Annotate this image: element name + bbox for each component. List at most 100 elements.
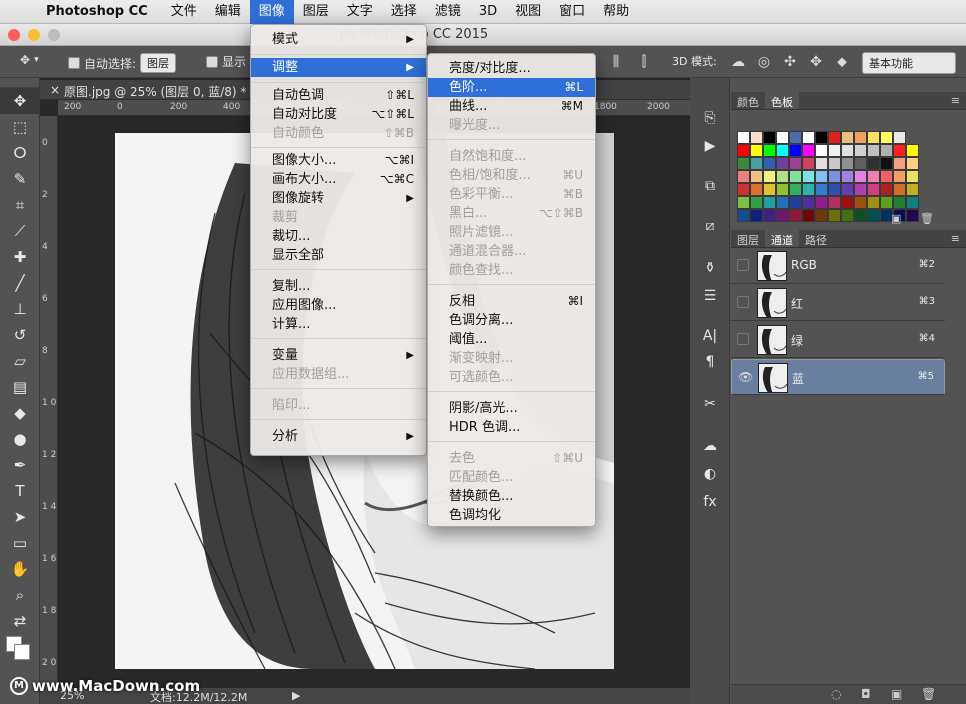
brush-tool-icon[interactable]: ╱ xyxy=(0,270,40,296)
swatch[interactable] xyxy=(750,144,763,157)
auto-select-checkbox[interactable] xyxy=(68,57,80,69)
tool-presets-icon[interactable]: ✂ xyxy=(698,394,722,414)
stamp-tool-icon[interactable]: ⊥ xyxy=(0,296,40,322)
eye-icon[interactable]: 👁 xyxy=(738,371,753,383)
swatch[interactable] xyxy=(789,170,802,183)
3d-roll-icon[interactable]: ◎ xyxy=(754,52,774,72)
swatch[interactable] xyxy=(802,209,815,222)
new-swatch-icon[interactable]: ▣ xyxy=(891,212,901,225)
swatch[interactable] xyxy=(880,131,893,144)
menubar-item-4[interactable]: 文字 xyxy=(338,0,382,24)
swatch[interactable] xyxy=(737,196,750,209)
shape-tool-icon[interactable]: ▭ xyxy=(0,530,40,556)
swatch[interactable] xyxy=(737,131,750,144)
menu-item[interactable]: 图像旋转 ▶ xyxy=(251,189,426,208)
swatch[interactable] xyxy=(776,157,789,170)
move-tool-preset[interactable]: ✥ ▾ xyxy=(20,53,39,67)
character-icon[interactable]: A| xyxy=(698,326,722,346)
swatch[interactable] xyxy=(854,131,867,144)
swatch[interactable] xyxy=(828,131,841,144)
swatch[interactable] xyxy=(789,183,802,196)
swatch[interactable] xyxy=(737,157,750,170)
swatch[interactable] xyxy=(880,183,893,196)
menu-item[interactable]: 替换颜色... xyxy=(428,487,595,506)
swatch[interactable] xyxy=(776,196,789,209)
swatch[interactable] xyxy=(854,196,867,209)
swatch[interactable] xyxy=(802,157,815,170)
swatch[interactable] xyxy=(776,144,789,157)
swatch[interactable] xyxy=(867,131,880,144)
swatch[interactable] xyxy=(737,209,750,222)
menubar-item-5[interactable]: 选择 xyxy=(382,0,426,24)
swatch[interactable] xyxy=(906,183,919,196)
menu-item[interactable]: 色调分离... xyxy=(428,311,595,330)
swatch[interactable] xyxy=(880,157,893,170)
swatch[interactable] xyxy=(789,144,802,157)
swatch[interactable] xyxy=(906,209,919,222)
menubar-item-1[interactable]: 编辑 xyxy=(206,0,250,24)
path-select-icon[interactable]: ➤ xyxy=(0,504,40,530)
menu-item[interactable]: 计算... xyxy=(251,315,426,334)
color-icon[interactable]: ◐ xyxy=(698,464,722,484)
swatch[interactable] xyxy=(763,144,776,157)
show-transform-checkbox[interactable] xyxy=(206,55,218,68)
swatch[interactable] xyxy=(763,209,776,222)
menu-item[interactable]: 阈值... xyxy=(428,330,595,349)
menu-item[interactable]: 复制... xyxy=(251,277,426,296)
hand-tool-icon[interactable]: ✋ xyxy=(0,556,40,582)
menu-item[interactable]: 自动色调 ⇧⌘L xyxy=(251,86,426,105)
swatch[interactable] xyxy=(737,170,750,183)
swatch[interactable] xyxy=(854,209,867,222)
panel-tab[interactable]: 色板 xyxy=(765,92,799,109)
gradient-tool-icon[interactable]: ▤ xyxy=(0,374,40,400)
swatch[interactable] xyxy=(893,144,906,157)
color-swatches-icon[interactable] xyxy=(6,636,32,660)
swatch[interactable] xyxy=(750,209,763,222)
menubar-item-9[interactable]: 窗口 xyxy=(550,0,594,24)
swatch[interactable] xyxy=(867,209,880,222)
swatch[interactable] xyxy=(789,196,802,209)
app-menu[interactable]: Photoshop CC xyxy=(46,4,148,19)
swatch[interactable] xyxy=(841,196,854,209)
swatch[interactable] xyxy=(750,131,763,144)
3d-scale-icon[interactable]: ⬥ xyxy=(832,52,852,72)
lasso-tool-icon[interactable]: ⵔ xyxy=(0,140,40,166)
actions-icon[interactable]: ▶ xyxy=(698,136,722,156)
swatch[interactable] xyxy=(906,157,919,170)
swatch[interactable] xyxy=(828,170,841,183)
channel-row[interactable]: 红 ⌘3 xyxy=(731,285,945,321)
swatch[interactable] xyxy=(867,170,880,183)
crop-tool-icon[interactable]: ⌗ xyxy=(0,192,40,218)
dodge-tool-icon[interactable]: ● xyxy=(0,426,40,452)
swatch[interactable] xyxy=(737,183,750,196)
swatch[interactable] xyxy=(854,144,867,157)
blur-tool-icon[interactable]: ◆ xyxy=(0,400,40,426)
swatch[interactable] xyxy=(841,183,854,196)
swatch[interactable] xyxy=(776,131,789,144)
swatch[interactable] xyxy=(854,170,867,183)
menu-item[interactable]: 画布大小... ⌥⌘C xyxy=(251,170,426,189)
menu-item[interactable]: HDR 色调... xyxy=(428,418,595,437)
brush-icon[interactable]: ⚱ xyxy=(698,258,722,278)
close-icon[interactable]: × xyxy=(50,83,60,97)
menu-item[interactable]: 色调均化 xyxy=(428,506,595,525)
swatch[interactable] xyxy=(763,157,776,170)
menu-item[interactable]: 分析 ▶ xyxy=(251,427,426,446)
trash-icon[interactable]: 🗑 xyxy=(920,212,934,225)
menu-item[interactable]: 自动对比度 ⌥⇧⌘L xyxy=(251,105,426,124)
swatch[interactable] xyxy=(867,196,880,209)
swatch[interactable] xyxy=(828,144,841,157)
swatch[interactable] xyxy=(815,209,828,222)
zoom-tool-icon[interactable]: ⌕ xyxy=(0,582,40,608)
properties-icon[interactable]: ⧉ xyxy=(698,176,722,196)
load-selection-icon[interactable]: ◌ xyxy=(831,687,841,701)
menu-item[interactable]: 变量 ▶ xyxy=(251,346,426,365)
menu-item[interactable]: 色阶... ⌘L xyxy=(428,78,595,97)
swatch[interactable] xyxy=(854,183,867,196)
swatch[interactable] xyxy=(867,157,880,170)
save-selection-icon[interactable]: ◘ xyxy=(861,687,871,701)
channel-row[interactable]: RGB ⌘2 xyxy=(731,248,945,284)
swatch[interactable] xyxy=(828,183,841,196)
swatch[interactable] xyxy=(776,183,789,196)
status-arrow-icon[interactable]: ▶ xyxy=(292,689,300,702)
